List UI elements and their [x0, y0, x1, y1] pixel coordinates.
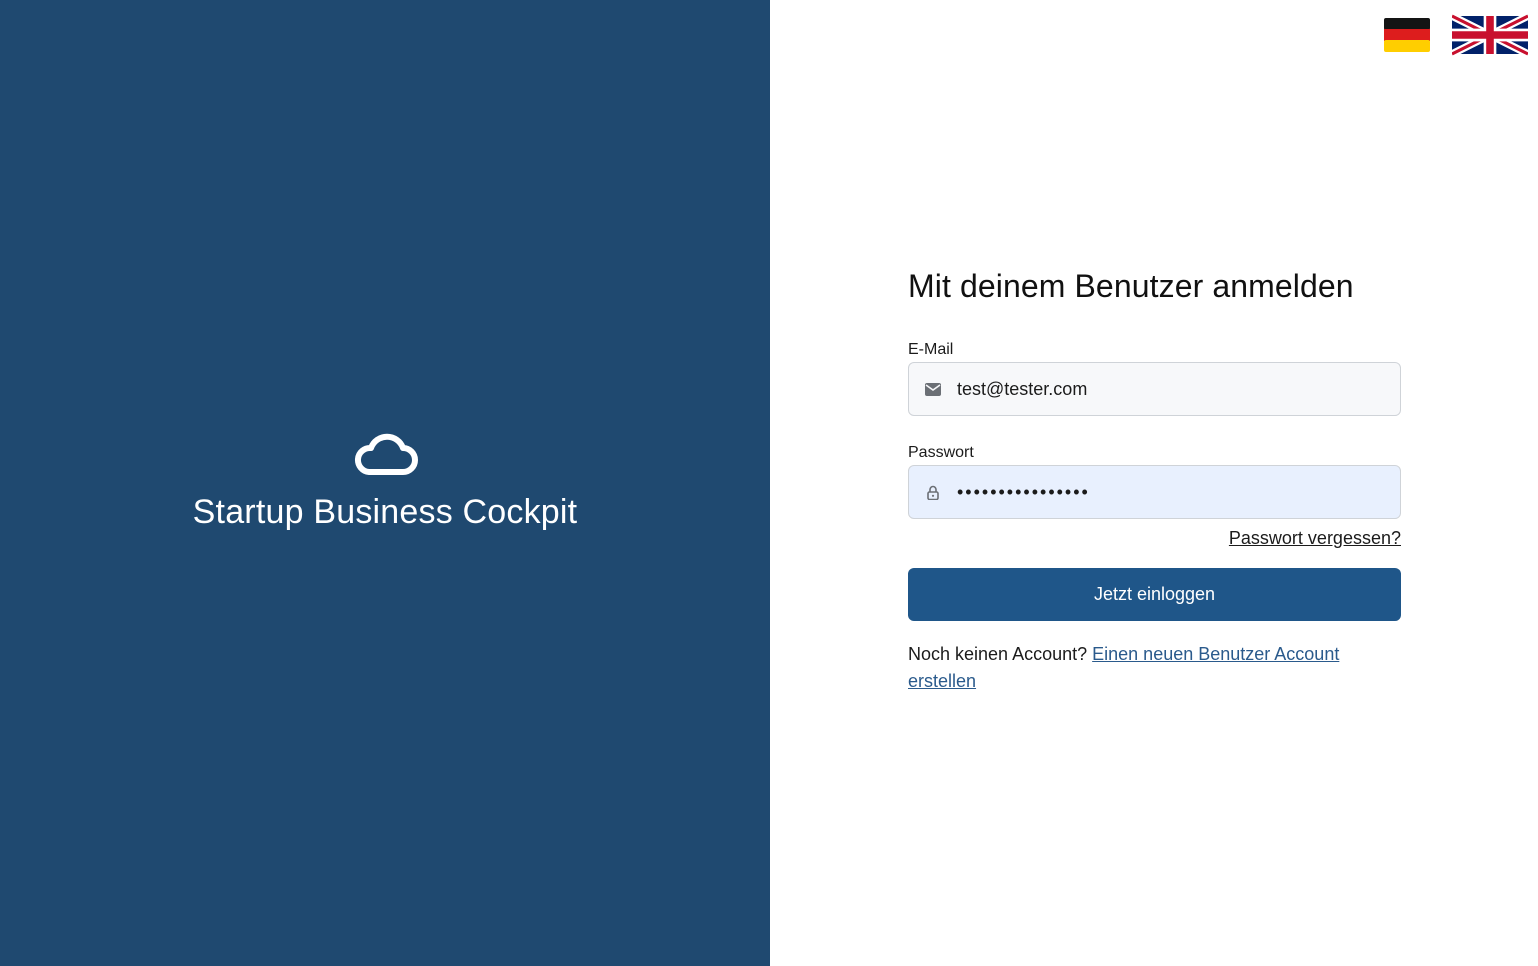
email-field-wrapper [908, 362, 1401, 416]
cloud-icon [349, 430, 421, 478]
flag-uk-icon[interactable] [1452, 8, 1528, 62]
brand-panel: Startup Business Cockpit [0, 0, 770, 966]
language-switcher [1384, 8, 1528, 62]
email-label: E-Mail [908, 341, 954, 358]
login-button[interactable]: Jetzt einloggen [908, 568, 1401, 621]
login-form: Mit deinem Benutzer anmelden E-Mail Pass… [908, 268, 1401, 695]
mail-icon [909, 382, 957, 396]
brand-name: Startup Business Cockpit [192, 493, 578, 531]
page-title: Mit deinem Benutzer anmelden [908, 268, 1354, 304]
login-panel: Mit deinem Benutzer anmelden E-Mail Pass… [770, 0, 1538, 966]
brand: Startup Business Cockpit [0, 430, 770, 532]
register-prompt: Noch keinen Account? [908, 644, 1088, 664]
lock-icon [909, 485, 957, 500]
forgot-password-link[interactable]: Passwort vergessen? [1229, 528, 1401, 548]
flag-germany-icon[interactable] [1384, 18, 1430, 52]
password-field-wrapper [908, 465, 1401, 519]
email-field[interactable] [957, 378, 1377, 400]
forgot-row: Passwort vergessen? [908, 528, 1401, 549]
register-prompt-row: Noch keinen Account? Einen neuen Benutze… [908, 641, 1401, 695]
password-label: Passwort [908, 444, 974, 461]
password-field[interactable] [957, 481, 1377, 503]
